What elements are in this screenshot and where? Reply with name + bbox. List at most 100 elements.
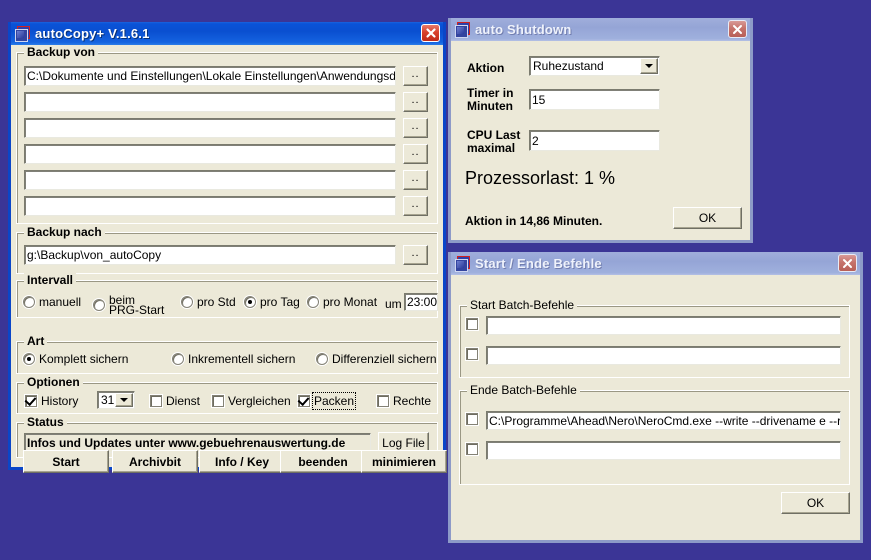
- history-checkbox[interactable]: History: [25, 394, 78, 408]
- vergleichen-label: Vergleichen: [228, 394, 291, 408]
- start-row-1-checkbox[interactable]: [466, 318, 482, 330]
- radio-mark: [172, 353, 184, 365]
- backup-von-path-5[interactable]: [24, 170, 396, 190]
- archivbit-button[interactable]: Archivbit: [112, 450, 198, 473]
- browse-button-5[interactable]: ..: [403, 170, 428, 190]
- auto-shutdown-window: auto Shutdown Aktion Ruhezustand Timer i…: [448, 18, 753, 243]
- auto-shutdown-titlebar[interactable]: auto Shutdown: [451, 18, 750, 41]
- um-time-input[interactable]: 23:00: [404, 293, 438, 311]
- intervall-radio-pro-monat[interactable]: pro Monat: [307, 295, 377, 309]
- ende-row-2-checkbox[interactable]: [466, 443, 482, 455]
- packen-label: Packen: [311, 392, 357, 410]
- browse-button-3[interactable]: ..: [403, 118, 428, 138]
- info-key-button[interactable]: Info / Key: [199, 450, 285, 473]
- start-batch-label: Start Batch-Befehle: [467, 298, 578, 312]
- backup-nach-label: Backup nach: [24, 225, 105, 239]
- timer-input[interactable]: 15: [529, 89, 660, 110]
- um-label: um: [385, 297, 402, 311]
- commands-title: Start / Ende Befehle: [475, 256, 602, 271]
- backup-von-path-4[interactable]: [24, 144, 396, 164]
- dienst-checkbox[interactable]: Dienst: [150, 394, 200, 408]
- backup-von-path-3[interactable]: [24, 118, 396, 138]
- start-row-2-checkbox[interactable]: [466, 348, 482, 360]
- intervall-label-pro-tag: pro Tag: [260, 295, 300, 309]
- cpu-last-input[interactable]: 2: [529, 130, 660, 151]
- radio-mark: [23, 296, 35, 308]
- intervall-label-pro-std: pro Std: [197, 295, 236, 309]
- packen-checkbox[interactable]: Packen: [298, 392, 357, 410]
- radio-mark: [307, 296, 319, 308]
- art-radio-differenziell[interactable]: Differenziell sichern: [316, 352, 437, 366]
- backup-von-label: Backup von: [24, 45, 99, 59]
- ende-row-2-input[interactable]: [486, 441, 841, 460]
- status-label: Status: [24, 415, 67, 429]
- intervall-label: Intervall: [24, 273, 77, 287]
- art-group: Art Komplett sichern Inkrementell sicher…: [16, 334, 438, 374]
- ende-row-1-input[interactable]: C:\Programme\Ahead\Nero\NeroCmd.exe --wr…: [486, 411, 841, 430]
- history-value: 31: [101, 393, 115, 407]
- intervall-label-prg-start-line2: PRG-Start: [109, 303, 165, 317]
- chevron-down-icon[interactable]: [115, 393, 133, 407]
- art-radio-komplett[interactable]: Komplett sichern: [23, 352, 128, 366]
- rechte-label: Rechte: [393, 394, 432, 408]
- check-mark-checked: [298, 395, 310, 407]
- start-row-1-input[interactable]: [486, 316, 841, 335]
- intervall-radio-manuell[interactable]: manuell: [23, 295, 81, 309]
- backup-von-path-1[interactable]: C:\Dokumente und Einstellungen\Lokale Ei…: [24, 66, 396, 86]
- start-button[interactable]: Start: [23, 450, 109, 473]
- close-icon[interactable]: [728, 20, 747, 38]
- commands-titlebar[interactable]: Start / Ende Befehle: [451, 252, 860, 275]
- timer-label-line2: Minuten: [467, 99, 513, 113]
- start-row-2-input[interactable]: [486, 346, 841, 365]
- art-label-inkrementell: Inkrementell sichern: [188, 352, 296, 366]
- art-label-komplett: Komplett sichern: [39, 352, 129, 366]
- aktion-in-text: Aktion in 14,86 Minuten.: [465, 214, 603, 228]
- check-mark: [377, 395, 389, 407]
- backup-von-path-2[interactable]: [24, 92, 396, 112]
- browse-button-4[interactable]: ..: [403, 144, 428, 164]
- start-batch-group: Start Batch-Befehle: [459, 298, 850, 378]
- check-mark: [150, 395, 162, 407]
- browse-button-1[interactable]: ..: [403, 66, 428, 86]
- app-icon: [15, 26, 30, 42]
- radio-mark-selected: [23, 353, 35, 365]
- backup-nach-group: Backup nach g:\Backup\von_autoCopy ..: [16, 225, 438, 274]
- cpu-label-line2: maximal: [467, 141, 516, 155]
- intervall-radio-pro-tag[interactable]: pro Tag: [244, 295, 300, 309]
- backup-nach-path[interactable]: g:\Backup\von_autoCopy: [24, 245, 396, 265]
- radio-mark: [316, 353, 328, 365]
- chevron-down-icon[interactable]: [640, 58, 658, 74]
- prozessorlast-text: Prozessorlast: 1 %: [465, 168, 616, 188]
- intervall-radio-prg-start[interactable]: beim PRG-Start: [93, 294, 165, 317]
- vergleichen-checkbox[interactable]: Vergleichen: [212, 394, 291, 408]
- browse-button-6[interactable]: ..: [403, 196, 428, 216]
- history-select[interactable]: 31: [97, 391, 135, 409]
- art-radio-inkrementell[interactable]: Inkrementell sichern: [172, 352, 295, 366]
- close-icon[interactable]: [421, 24, 440, 42]
- shutdown-ok-button[interactable]: OK: [673, 207, 742, 229]
- autocopy-title: autoCopy+ V.1.6.1: [35, 26, 150, 41]
- backup-von-group: Backup von C:\Dokumente und Einstellunge…: [16, 45, 438, 224]
- rechte-checkbox[interactable]: Rechte: [377, 394, 431, 408]
- optionen-group: Optionen History 31 Dienst Vergleichen P…: [16, 375, 438, 414]
- app-icon: [455, 256, 470, 272]
- browse-button-2[interactable]: ..: [403, 92, 428, 112]
- commands-ok-button[interactable]: OK: [781, 492, 850, 514]
- autocopy-titlebar[interactable]: autoCopy+ V.1.6.1: [11, 22, 443, 45]
- cpu-label-line1: CPU Last: [467, 128, 521, 142]
- ende-row-1-checkbox[interactable]: [466, 413, 482, 425]
- history-label: History: [41, 394, 79, 408]
- optionen-label: Optionen: [24, 375, 83, 389]
- aktion-select[interactable]: Ruhezustand: [529, 56, 660, 76]
- close-icon[interactable]: [838, 254, 857, 272]
- art-label: Art: [24, 334, 48, 348]
- browse-button-target[interactable]: ..: [403, 245, 428, 265]
- backup-von-path-6[interactable]: [24, 196, 396, 216]
- intervall-label-pro-monat: pro Monat: [323, 295, 378, 309]
- minimieren-button[interactable]: minimieren: [361, 450, 447, 473]
- intervall-radio-pro-std[interactable]: pro Std: [181, 295, 236, 309]
- beenden-button[interactable]: beenden: [280, 450, 366, 473]
- radio-mark: [181, 296, 193, 308]
- aktion-label: Aktion: [467, 61, 505, 75]
- dienst-label: Dienst: [166, 394, 201, 408]
